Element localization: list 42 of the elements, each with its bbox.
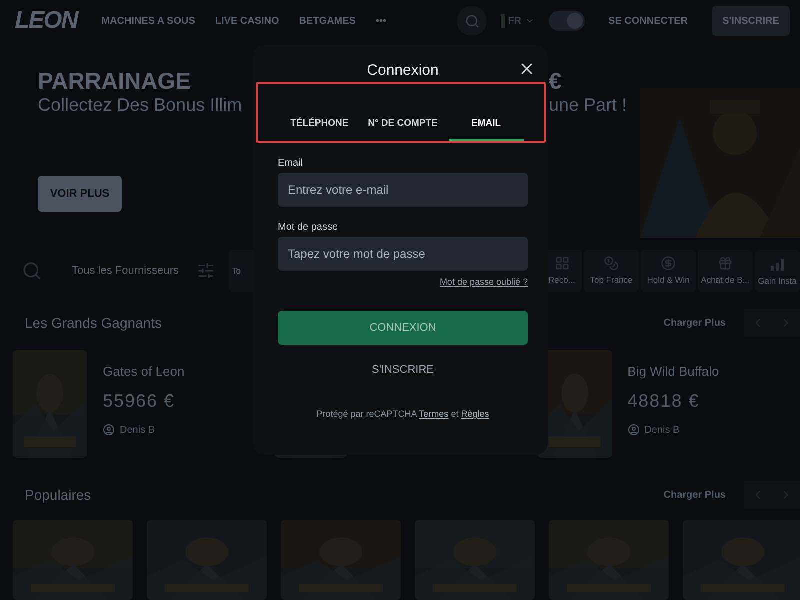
input-field[interactable]: Entrez votre e-mail — [278, 173, 528, 207]
input-field[interactable]: Tapez votre mot de passe — [278, 237, 528, 271]
load-more-link[interactable]: Charger Plus — [664, 318, 726, 328]
player-name: Denis B — [628, 424, 720, 436]
forgot-password-link[interactable]: Mot de passe oublié ? — [440, 277, 528, 287]
terms-link[interactable]: Termes — [419, 409, 449, 419]
logo[interactable]: LEON — [15, 7, 78, 36]
nav-item[interactable]: BETGAMES — [299, 16, 356, 27]
login-link[interactable]: SE CONNECTER — [608, 16, 688, 27]
game-title: Gates of Leon — [103, 364, 185, 379]
hero-subtitle: une Part ! — [549, 94, 628, 116]
category-chip[interactable]: Gain Insta — [755, 250, 800, 292]
nav-item[interactable]: MACHINES A SOUS — [102, 16, 196, 27]
hero-subtitle: Collectez Des Bonus Illim — [38, 94, 244, 116]
load-more-link[interactable]: Charger Plus — [664, 490, 726, 500]
section-title: Populaires — [25, 487, 92, 503]
category-chip[interactable]: Hold & Win — [641, 250, 696, 292]
hero-title: PARRAINAGE — [38, 68, 192, 94]
player-name: Denis B — [103, 424, 185, 436]
game-title: Big Wild Buffalo — [628, 364, 720, 379]
category-chip[interactable]: Top France — [584, 250, 639, 292]
language-selector[interactable]: FR — [501, 14, 535, 28]
section-title: Les Grands Gagnants — [25, 315, 162, 331]
recaptcha-notice: Protégé par reCAPTCHA Termes et Règles — [316, 409, 490, 419]
providers-filter[interactable]: Tous les Fournisseurs — [72, 264, 179, 277]
register-button[interactable]: S'INSCRIRE — [712, 6, 790, 36]
field-label: Email — [278, 158, 304, 169]
category-chip[interactable]: Achat de B... — [698, 250, 753, 292]
login-button[interactable]: CONNEXION — [278, 311, 528, 345]
tab[interactable]: EMAIL — [448, 113, 524, 141]
more-button[interactable]: VOIR PLUS — [38, 176, 122, 212]
register-button[interactable]: S'INSCRIRE — [366, 363, 440, 377]
hero-title: € — [549, 68, 563, 94]
field-label: Mot de passe — [278, 222, 340, 233]
tab[interactable]: N° DE COMPTE — [365, 113, 441, 141]
win-amount: 48818 € — [628, 391, 701, 412]
rules-link[interactable]: Règles — [461, 409, 490, 419]
nav-item[interactable]: ••• — [376, 16, 386, 27]
tab[interactable]: TÉLÉPHONE — [282, 113, 358, 141]
win-amount: 55966 € — [103, 391, 176, 412]
dialog-title: Connexion — [367, 62, 439, 78]
nav-item[interactable]: LIVE CASINO — [215, 16, 280, 27]
